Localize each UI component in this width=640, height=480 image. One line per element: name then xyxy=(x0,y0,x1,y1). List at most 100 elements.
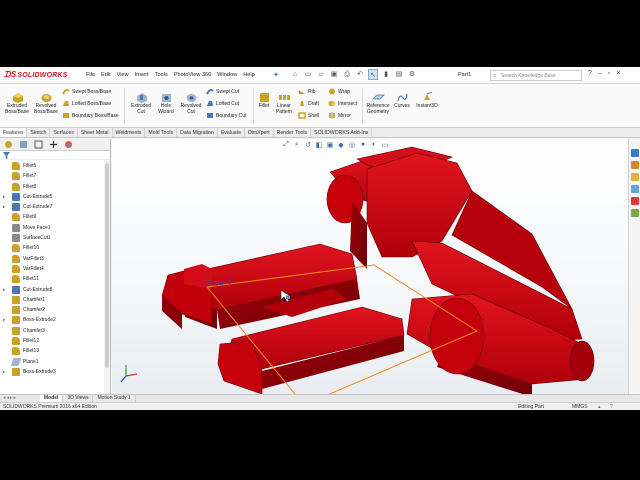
unit-system[interactable]: MMGS xyxy=(572,404,588,410)
pin-icon[interactable]: ✦ xyxy=(273,71,279,79)
close-icon[interactable]: × xyxy=(616,70,620,77)
tree-item[interactable]: Fillet11 xyxy=(0,274,104,284)
file-explorer-icon[interactable] xyxy=(631,173,639,181)
select-icon[interactable]: ↖ xyxy=(368,69,378,80)
undo-icon[interactable]: ↶ xyxy=(355,69,365,80)
extruded-cut-button[interactable]: Extruded Cut xyxy=(128,92,154,115)
expand-arrow-icon[interactable]: ▸ xyxy=(3,317,5,323)
lofted-cut-button[interactable]: Lofted Cut xyxy=(206,100,239,107)
curves-button[interactable]: Curves xyxy=(392,92,412,110)
tab-sketch[interactable]: Sketch xyxy=(27,128,51,137)
revolved-boss-button[interactable]: Revolved Boss/Base xyxy=(32,92,60,115)
menu-file[interactable]: File xyxy=(86,72,95,78)
save-icon[interactable]: ▣ xyxy=(329,69,339,80)
options-icon[interactable]: ⚙ xyxy=(407,69,417,80)
filter-icon[interactable] xyxy=(3,152,10,159)
tree-item[interactable]: Fillet13 xyxy=(0,346,104,356)
tree-item[interactable]: ▸ Boss-Extrude3 xyxy=(0,367,104,377)
tab-scroll-arrows[interactable]: ◂◂▸▸ xyxy=(0,395,40,402)
tree-item[interactable]: Fillet7 xyxy=(0,171,104,181)
appearances-icon[interactable] xyxy=(631,197,639,205)
property-manager-icon[interactable] xyxy=(19,140,28,149)
expand-arrow-icon[interactable]: ▸ xyxy=(3,204,5,210)
hole-wizard-button[interactable]: Hole Wizard xyxy=(154,92,178,115)
open-icon[interactable]: ▱ xyxy=(316,69,326,80)
tab-features[interactable]: Features xyxy=(0,128,28,137)
tree-item[interactable]: ▸ Cut-Extrude7 xyxy=(0,202,104,212)
tab-model[interactable]: Model xyxy=(40,395,64,402)
swept-boss-button[interactable]: Swept Boss/Base xyxy=(62,88,111,95)
help-icon[interactable]: ? xyxy=(588,70,592,77)
menu-photoview[interactable]: PhotoView 360 xyxy=(174,72,212,78)
tab-surfaces[interactable]: Surfaces xyxy=(50,128,78,137)
tree-item[interactable]: Chamfer3 xyxy=(0,326,104,336)
boundary-boss-button[interactable]: Boundary Boss/Base xyxy=(62,112,119,119)
custom-properties-icon[interactable] xyxy=(631,209,639,217)
boundary-cut-button[interactable]: Boundary Cut xyxy=(206,112,247,119)
scrollbar-thumb[interactable] xyxy=(105,163,109,368)
status-help-icon[interactable]: ? xyxy=(610,404,613,410)
unit-dropdown-icon[interactable]: ▴ xyxy=(598,404,601,410)
swept-cut-button[interactable]: Swept Cut xyxy=(206,88,239,95)
tree-item[interactable]: Fillet12 xyxy=(0,336,104,346)
revolved-cut-button[interactable]: Revolved Cut xyxy=(178,92,204,115)
tab-dimxpert[interactable]: DimXpert xyxy=(245,128,274,137)
tab-evaluate[interactable]: Evaluate xyxy=(218,128,246,137)
feature-manager-icon[interactable] xyxy=(4,140,13,149)
tab-mold-tools[interactable]: Mold Tools xyxy=(145,128,178,137)
tree-item[interactable]: ▸ Boss-Extrude2 xyxy=(0,315,104,325)
expand-arrow-icon[interactable]: ▸ xyxy=(3,287,5,293)
reference-geometry-button[interactable]: Reference Geometry xyxy=(364,92,392,115)
tree-item[interactable]: Fillet9 xyxy=(0,212,104,222)
tree-item[interactable]: Fillet8 xyxy=(0,182,104,192)
rebuild-icon[interactable]: ▮ xyxy=(381,69,391,80)
linear-pattern-button[interactable]: Linear Pattern xyxy=(273,92,295,115)
tree-scrollbar[interactable] xyxy=(104,161,110,394)
rib-button[interactable]: Rib xyxy=(298,88,316,95)
shell-button[interactable]: Shell xyxy=(298,112,319,119)
fillet-button[interactable]: Fillet xyxy=(255,92,273,110)
dimxpert-manager-icon[interactable] xyxy=(49,140,58,149)
wrap-button[interactable]: Wrap xyxy=(328,88,350,95)
menu-insert[interactable]: Insert xyxy=(135,72,149,78)
extruded-boss-button[interactable]: Extruded Boss/Base xyxy=(2,92,32,115)
menu-edit[interactable]: Edit xyxy=(101,72,111,78)
tree-item[interactable]: Chamfer1 xyxy=(0,295,104,305)
graphics-area[interactable]: ⤢ ⌕ ↺ ◧ ▣ ◆ ◎ ● ◐ ▭ Plane1 xyxy=(112,139,628,394)
file-properties-icon[interactable]: ▤ xyxy=(394,69,404,80)
tree-item[interactable]: SurfaceCut1 xyxy=(0,233,104,243)
tree-item[interactable]: ▸ Cut-Extrude5 xyxy=(0,192,104,202)
minimize-icon[interactable]: – xyxy=(598,70,602,77)
tab-render-tools[interactable]: Render Tools xyxy=(274,128,312,137)
search-knowledge-base[interactable]: ⌕ Search Knowledge Base xyxy=(490,70,582,81)
tree-item[interactable]: VarFillet4 xyxy=(0,264,104,274)
tab-sheet-metal[interactable]: Sheet Metal xyxy=(78,128,113,137)
intersect-button[interactable]: Intersect xyxy=(328,100,357,107)
model-front-rails[interactable] xyxy=(161,243,405,394)
new-document-icon[interactable]: ▭ xyxy=(303,69,313,80)
tree-item[interactable]: Move Face1 xyxy=(0,223,104,233)
home-icon[interactable]: ⌂ xyxy=(290,69,300,80)
display-manager-icon[interactable] xyxy=(64,140,73,149)
tree-item[interactable]: Fillet5 xyxy=(0,161,104,171)
tree-item[interactable]: ▸ Cut-Extrude8 xyxy=(0,285,104,295)
tree-item[interactable]: Fillet10 xyxy=(0,243,104,253)
menu-tools[interactable]: Tools xyxy=(155,72,168,78)
solidworks-logo[interactable]: ᗪSSOLIDWORKS xyxy=(4,70,68,80)
tree-item[interactable]: VarFillet3 xyxy=(0,254,104,264)
tab-motion-study[interactable]: Motion Study 1 xyxy=(93,395,136,402)
instant3d-button[interactable]: Instant3D xyxy=(414,92,440,110)
tab-data-migration[interactable]: Data Migration xyxy=(177,128,218,137)
expand-arrow-icon[interactable]: ▸ xyxy=(3,194,5,200)
expand-arrow-icon[interactable]: ▸ xyxy=(3,369,5,375)
print-icon[interactable]: ⎙ xyxy=(342,69,352,80)
design-library-icon[interactable] xyxy=(631,161,639,169)
tab-addins[interactable]: SOLIDWORKS Add-Ins xyxy=(311,128,373,137)
tree-item[interactable]: Chamfer2 xyxy=(0,305,104,315)
configuration-manager-icon[interactable] xyxy=(34,140,43,149)
view-palette-icon[interactable] xyxy=(631,185,639,193)
tree-item[interactable]: Plane1 xyxy=(0,357,104,367)
menu-window[interactable]: Window xyxy=(217,72,237,78)
tab-3d-views[interactable]: 3D Views xyxy=(63,395,94,402)
mirror-button[interactable]: Mirror xyxy=(328,112,351,119)
